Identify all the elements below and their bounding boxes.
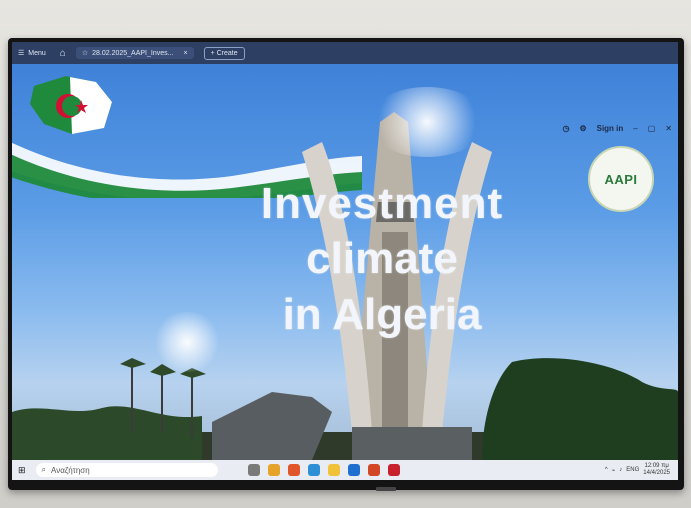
clock-date: 14/4/2025 bbox=[643, 470, 670, 476]
menu-label: Menu bbox=[28, 49, 46, 57]
volume-icon[interactable]: ♪ bbox=[619, 467, 622, 473]
slide-headline: Investment climate in Algeria bbox=[162, 180, 602, 340]
close-icon[interactable]: × bbox=[183, 50, 187, 57]
pdf-reader-icon[interactable] bbox=[387, 464, 400, 476]
headline-line-1: Investment bbox=[260, 179, 504, 228]
algeria-map-flag bbox=[30, 76, 112, 134]
tab-title: 28.02.2025_AAPI_Inves... bbox=[92, 49, 174, 57]
chevron-up-icon[interactable]: ^ bbox=[605, 467, 608, 473]
minimize-icon[interactable]: – bbox=[633, 124, 637, 133]
tv-brand-badge bbox=[376, 487, 396, 491]
taskbar-search[interactable]: ⌕ Αναζήτηση bbox=[35, 463, 218, 477]
sign-in-button[interactable]: Sign in bbox=[597, 124, 624, 133]
language-indicator[interactable]: ENG bbox=[626, 467, 639, 473]
powerpoint-icon[interactable] bbox=[367, 464, 380, 476]
search-placeholder: Αναζήτηση bbox=[51, 465, 90, 475]
browser-toolbar: ☰ Menu ⌂ ☆ 28.02.2025_AAPI_Inves... × + … bbox=[12, 42, 678, 64]
chrome-icon[interactable] bbox=[267, 464, 280, 476]
screen-glare-top bbox=[367, 87, 487, 157]
settings-icon[interactable]: ⚙ bbox=[579, 124, 586, 133]
firefox-icon[interactable] bbox=[287, 464, 300, 476]
task-view-icon[interactable] bbox=[247, 464, 260, 476]
edge-icon[interactable] bbox=[307, 464, 320, 476]
search-icon: ⌕ bbox=[41, 465, 47, 474]
clock-time: 12:09 πμ bbox=[644, 463, 669, 469]
headline-line-3: in Algeria bbox=[282, 290, 482, 339]
system-tray: ^ ⌁ ♪ ENG 12:09 πμ 14/4/2025 bbox=[605, 463, 670, 477]
browser-right-controls: ◷ ⚙ Sign in – ▢ ✕ bbox=[562, 124, 672, 133]
home-icon[interactable]: ⌂ bbox=[60, 48, 66, 59]
menu-button[interactable]: ☰ Menu bbox=[18, 49, 46, 58]
headline-line-2: climate bbox=[306, 234, 458, 283]
clock[interactable]: 12:09 πμ 14/4/2025 bbox=[643, 463, 670, 477]
trees-silhouette bbox=[12, 358, 678, 460]
create-button[interactable]: + Create bbox=[203, 46, 245, 60]
star-icon: ☆ bbox=[81, 50, 89, 57]
taskbar-apps bbox=[247, 464, 400, 476]
network-icon[interactable]: ⌁ bbox=[612, 467, 616, 474]
screen-glare-left bbox=[152, 312, 222, 372]
tv-frame: ☰ Menu ⌂ ☆ 28.02.2025_AAPI_Inves... × + … bbox=[8, 38, 684, 490]
tv-screen: ☰ Menu ⌂ ☆ 28.02.2025_AAPI_Inves... × + … bbox=[12, 42, 678, 480]
photos-icon[interactable] bbox=[347, 464, 360, 476]
windows-icon[interactable]: ⊞ bbox=[18, 465, 26, 476]
window-close-icon[interactable]: ✕ bbox=[665, 124, 672, 133]
help-icon[interactable]: ◷ bbox=[562, 124, 569, 133]
hamburger-icon: ☰ bbox=[18, 50, 25, 57]
maximize-icon[interactable]: ▢ bbox=[648, 124, 656, 133]
file-explorer-icon[interactable] bbox=[327, 464, 340, 476]
windows-taskbar: ⊞ ⌕ Αναζήτηση ^ ⌁ ♪ ENG 12:09 πμ 14/4/20… bbox=[12, 460, 678, 480]
browser-tab[interactable]: ☆ 28.02.2025_AAPI_Inves... × bbox=[75, 47, 194, 59]
logo-text: AAPI bbox=[604, 171, 638, 187]
